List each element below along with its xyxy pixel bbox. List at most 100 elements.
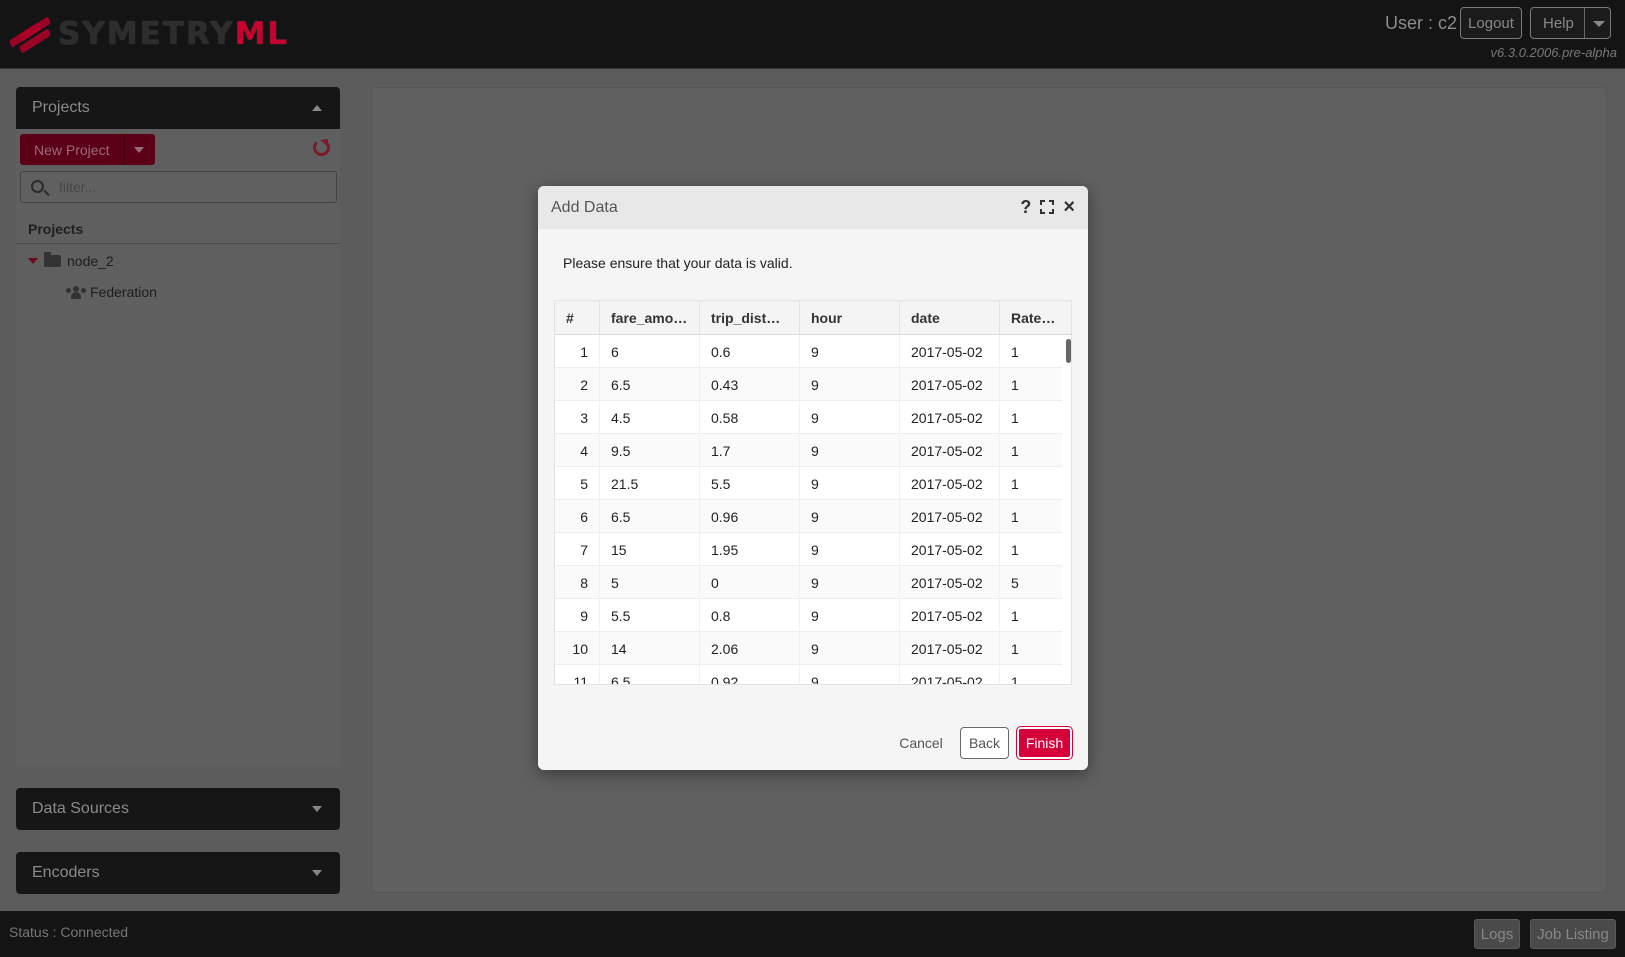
top-bar: SYMETRYML User : c2 Logout Help v6.3.0.2…	[0, 0, 1625, 69]
close-icon[interactable]: ×	[1063, 197, 1075, 217]
table-cell: 9.5	[600, 434, 700, 467]
logs-button[interactable]: Logs	[1474, 919, 1520, 949]
table-row: 7 15 1.95 9 2017-05-02 1	[555, 533, 1062, 566]
column-header[interactable]: trip_distan...	[700, 301, 800, 335]
column-header[interactable]: Ratecod	[1000, 301, 1071, 335]
row-number-cell: 4	[555, 434, 600, 467]
column-header[interactable]: date	[900, 301, 1000, 335]
table-cell: 0.6	[700, 335, 800, 368]
new-project-label: New Project	[34, 141, 110, 158]
projects-panel-header[interactable]: Projects	[16, 87, 340, 129]
refresh-icon[interactable]	[313, 139, 330, 156]
user-label: User : c2	[1384, 13, 1457, 33]
table-cell: 5.5	[700, 467, 800, 500]
encoders-panel-header[interactable]: Encoders	[16, 852, 340, 894]
table-row: 4 9.5 1.7 9 2017-05-02 1	[555, 434, 1062, 467]
table-cell: 14	[600, 632, 700, 665]
project-filter	[20, 171, 337, 203]
new-project-button[interactable]: New Project	[20, 134, 155, 165]
row-number-cell: 8	[555, 566, 600, 599]
table-cell: 9	[800, 401, 900, 434]
table-cell: 5	[1000, 566, 1071, 599]
table-row: 9 5.5 0.8 9 2017-05-02 1	[555, 599, 1062, 632]
tree-item-label: Federation	[90, 284, 157, 300]
table-cell: 4.5	[600, 401, 700, 434]
data-sources-panel-header[interactable]: Data Sources	[16, 788, 340, 830]
vertical-scrollbar[interactable]	[1066, 339, 1071, 363]
table-cell: 1.7	[700, 434, 800, 467]
table-row: 6 6.5 0.96 9 2017-05-02 1	[555, 500, 1062, 533]
expand-down-icon	[312, 806, 322, 812]
projects-panel-title: Projects	[32, 99, 90, 116]
table-cell: 2017-05-02	[900, 533, 1000, 566]
collapse-up-icon	[312, 105, 322, 111]
table-cell: 1	[1000, 467, 1071, 500]
dialog-message: Please ensure that your data is valid.	[563, 255, 793, 271]
expand-down-icon	[312, 870, 322, 876]
finish-button[interactable]: Finish	[1017, 727, 1072, 759]
table-cell: 0.58	[700, 401, 800, 434]
table-cell: 6.5	[600, 368, 700, 401]
column-header[interactable]: hour	[800, 301, 900, 335]
table-cell: 1.95	[700, 533, 800, 566]
data-sources-title: Data Sources	[32, 800, 129, 817]
row-number-cell: 1	[555, 335, 600, 368]
table-cell: 9	[800, 533, 900, 566]
table-cell: 6.5	[600, 500, 700, 533]
table-cell: 0	[700, 566, 800, 599]
table-cell: 2017-05-02	[900, 401, 1000, 434]
table-cell: 9	[800, 368, 900, 401]
add-data-dialog: Add Data ? × Please ensure that your dat…	[538, 186, 1088, 770]
table-cell: 9	[800, 434, 900, 467]
filter-input[interactable]	[59, 172, 329, 202]
row-number-cell: 6	[555, 500, 600, 533]
table-row: 3 4.5 0.58 9 2017-05-02 1	[555, 401, 1062, 434]
column-header[interactable]: #	[555, 301, 600, 335]
table-cell: 1	[1000, 632, 1071, 665]
column-header[interactable]: fare_amou...	[600, 301, 700, 335]
table-cell: 2017-05-02	[900, 566, 1000, 599]
encoders-title: Encoders	[32, 864, 100, 881]
job-listing-button[interactable]: Job Listing	[1530, 919, 1616, 949]
expand-caret-icon[interactable]	[28, 258, 38, 264]
table-row: 2 6.5 0.43 9 2017-05-02 1	[555, 368, 1062, 401]
help-button[interactable]: Help	[1530, 7, 1611, 39]
tree-item-node-2[interactable]: node_2	[28, 247, 114, 275]
table-row: 8 5 0 9 2017-05-02 5	[555, 566, 1062, 599]
table-cell: 0.43	[700, 368, 800, 401]
new-project-dropdown-icon[interactable]	[134, 147, 144, 153]
table-cell: 0.96	[700, 500, 800, 533]
table-cell: 1	[1000, 335, 1071, 368]
table-cell: 9	[800, 500, 900, 533]
table-cell: 1	[1000, 665, 1071, 684]
tree-item-federation[interactable]: Federation	[66, 278, 157, 306]
table-cell: 5	[600, 566, 700, 599]
question-icon[interactable]: ?	[1020, 198, 1031, 216]
table-cell: 2017-05-02	[900, 434, 1000, 467]
symetryml-logo: SYMETRYML	[9, 12, 289, 56]
maximize-icon[interactable]	[1040, 200, 1055, 214]
table-cell: 21.5	[600, 467, 700, 500]
table-row: 1 6 0.6 9 2017-05-02 1	[555, 335, 1062, 368]
table-cell: 1	[1000, 401, 1071, 434]
table-cell: 6	[600, 335, 700, 368]
table-cell: 1	[1000, 368, 1071, 401]
search-icon	[31, 180, 44, 193]
table-cell: 2017-05-02	[900, 632, 1000, 665]
folder-open-icon	[44, 252, 61, 267]
cancel-button[interactable]: Cancel	[895, 727, 947, 759]
help-dropdown-caret-icon[interactable]	[1593, 21, 1605, 27]
table-cell: 0.8	[700, 599, 800, 632]
table-cell: 2017-05-02	[900, 500, 1000, 533]
table-cell: 1	[1000, 500, 1071, 533]
back-button[interactable]: Back	[960, 727, 1009, 759]
table-cell: 9	[800, 467, 900, 500]
logout-button[interactable]: Logout	[1460, 7, 1522, 39]
table-cell: 5.5	[600, 599, 700, 632]
status-bar: Logs Job Listing	[0, 911, 1625, 957]
table-cell: 9	[800, 665, 900, 684]
table-row: 5 21.5 5.5 9 2017-05-02 1	[555, 467, 1062, 500]
table-cell: 1	[1000, 533, 1071, 566]
table-row: 10 14 2.06 9 2017-05-02 1	[555, 632, 1062, 665]
table-cell: 9	[800, 566, 900, 599]
